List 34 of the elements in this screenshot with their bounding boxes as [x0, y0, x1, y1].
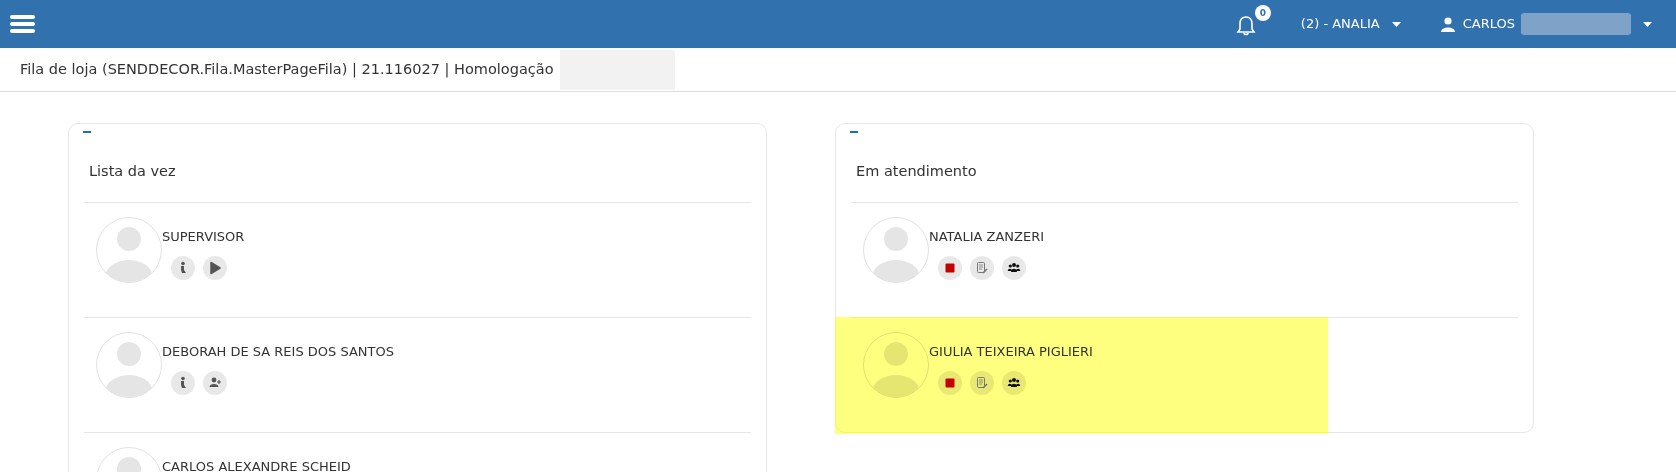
- stop-button[interactable]: [938, 255, 962, 280]
- add-user-button[interactable]: [203, 370, 227, 395]
- menu-icon[interactable]: [10, 15, 35, 33]
- group-button[interactable]: [1002, 255, 1026, 280]
- caret-icon: [1643, 21, 1652, 27]
- notification-count: 0: [1254, 5, 1271, 21]
- stop-button[interactable]: [938, 370, 962, 395]
- add-user-icon: [208, 375, 222, 390]
- avatar: [863, 217, 929, 284]
- play-button[interactable]: [203, 255, 227, 280]
- store-dropdown[interactable]: (2) - ANALIA: [1300, 14, 1401, 34]
- caret-icon: [1391, 21, 1401, 27]
- card-title: Lista da vez: [88, 162, 177, 181]
- person-name: GIULIA TEIXEIRA PIGLIERI: [929, 343, 1093, 362]
- edit-note-icon: [975, 260, 989, 275]
- group-button[interactable]: [1002, 370, 1026, 395]
- edit-note-button[interactable]: [970, 370, 994, 395]
- person-name: NATALIA ZANZERI: [929, 228, 1045, 247]
- bell-icon[interactable]: [1234, 14, 1257, 37]
- person-name: SUPERVISOR: [162, 228, 245, 247]
- user-dropdown[interactable]: CARLOS: [1462, 13, 1652, 35]
- edit-note-button[interactable]: [970, 255, 994, 280]
- user-icon: [1440, 16, 1455, 32]
- edit-note-icon: [975, 375, 989, 390]
- group-icon: [1007, 375, 1021, 390]
- group-icon: [1007, 260, 1021, 275]
- person-name: CARLOS ALEXANDRE SCHEID: [162, 458, 351, 472]
- person-name: DEBORAH DE SA REIS DOS SANTOS: [162, 343, 394, 362]
- page-breadcrumb: Fila de loja (SENDDECOR.Fila.MasterPageFila) | 21.116027 | Homologação: [20, 59, 554, 80]
- card-title: Em atendimento: [855, 162, 978, 181]
- avatar: [863, 332, 929, 399]
- avatar: [96, 332, 162, 399]
- play-icon: [208, 260, 222, 275]
- avatar: [96, 217, 162, 284]
